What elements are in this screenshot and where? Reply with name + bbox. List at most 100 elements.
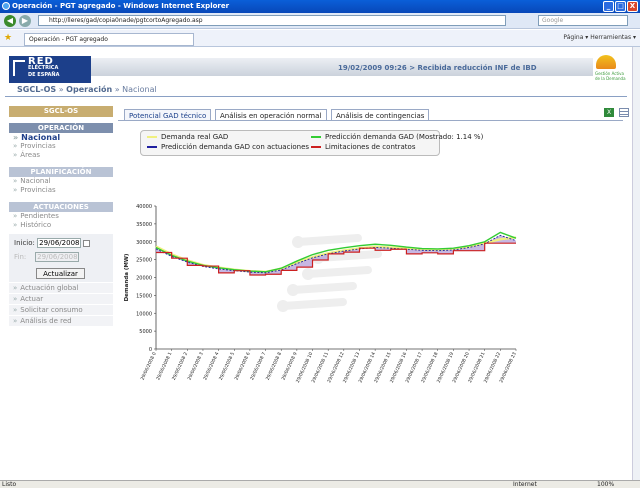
zone-label: Internet [513,481,537,488]
legend-swatch [147,146,157,148]
breadcrumb-sep: » [112,85,123,94]
x-tick-label: 29/06/2008 22 [483,351,502,384]
section-actuaciones: ACTUACIONES [9,202,113,212]
x-tick-label: 29/06/2008 7 [249,351,267,381]
zoom-level[interactable]: 100% [597,481,614,488]
sidebar-item-label: Histórico [20,221,52,229]
action-actuacion-global[interactable]: » Actuación global [9,282,113,293]
legend-demanda-real: Demanda real GAD [147,133,228,142]
gad-logo: Gestión Activa de la Demanda [593,52,627,82]
sidebar-item-label: Nacional [21,133,61,142]
watermark-bar [304,266,372,278]
action-label: Actuación global [20,284,79,292]
address-bar-row: ◀ ▶ http://lleres/gad/copia0nade/pgtcort… [0,13,640,29]
x-tick-label: 29/06/2008 8 [265,351,283,381]
sidebar-item-plan-nacional[interactable]: » Nacional [9,177,113,186]
sidebar-item-label: Provincias [20,186,56,194]
legend-swatch [311,136,321,138]
x-tick-label: 29/06/2008 2 [171,351,189,381]
window-title: Operación - PGT agregado - Windows Inter… [12,2,230,10]
breadcrumb-nacional: Nacional [122,85,157,94]
legend-limitaciones: Limitaciones de contratos [311,143,415,152]
legend-swatch [311,146,321,148]
x-tick-label: 29/06/2008 14 [358,351,377,384]
excel-export-icon[interactable]: X [604,108,614,117]
tab-underline [118,120,623,121]
action-label: Actuar [20,295,44,303]
x-tick-label: 29/06/2008 11 [311,351,330,384]
search-input[interactable]: Google [538,15,628,26]
x-tick-label: 29/06/2008 23 [498,351,517,384]
inicio-date-input[interactable] [37,238,82,248]
sidebar-item-label: Nacional [20,177,51,185]
command-bar-tools[interactable]: Página ▾ Herramientas ▾ [563,34,636,41]
ree-logo: RED ELÉCTRICA DE ESPAÑA [9,56,91,83]
sidebar-item-nacional[interactable]: » Nacional [9,133,113,142]
browser-tab[interactable]: Operación - PGT agregado [24,33,194,46]
x-tick-label: 29/06/2008 3 [187,351,205,381]
logo-text-1: RED [28,56,54,67]
sidebar-item-areas[interactable]: » Áreas [9,151,113,160]
back-arrow-icon[interactable]: ◀ [4,15,16,27]
favorites-star-icon[interactable]: ★ [4,33,12,43]
close-button[interactable]: X [627,1,638,12]
sidebar-item-label: Áreas [20,151,41,159]
sidebar: SGCL-OS OPERACIÓN » Nacional » Provincias … [9,106,113,326]
x-tick-label: 29/06/2008 21 [467,351,486,384]
table-view-icon[interactable] [619,108,629,117]
forward-arrow-icon[interactable]: ▶ [19,15,31,27]
sidebar-title: SGCL-OS [9,106,113,117]
bull-icon [596,55,616,69]
breadcrumb-root[interactable]: SGCL-OS [17,85,56,94]
gad-logo-text: Gestión Activa de la Demanda [595,71,626,81]
calendar-icon[interactable] [83,239,91,247]
x-tick-label: 29/06/2008 5 [218,351,236,381]
watermark-bar [279,298,347,310]
x-tick-label: 29/06/2008 16 [389,351,408,384]
x-tick-label: 29/06/2008 1 [155,351,173,381]
action-label: Solicitar consumo [20,306,83,314]
x-tick-label: 29/06/2008 4 [202,351,220,381]
minimize-button[interactable]: _ [603,1,614,12]
watermark-bar [289,282,357,294]
y-tick-label: 20000 [136,276,152,282]
status-text: Listo [2,481,17,488]
y-tick-label: 35000 [136,222,152,228]
x-tick-label: 29/06/2008 10 [295,351,314,384]
action-analisis-red[interactable]: » Análisis de red [9,315,113,326]
y-axis-label: Demanda (MW) [124,253,130,301]
breadcrumb-operacion[interactable]: Operación [66,85,112,94]
sidebar-item-provincias[interactable]: » Provincias [9,142,113,151]
x-tick-label: 29/06/2008 20 [451,351,470,384]
demand-chart: 0 5000 10000 15000 20000 25000 30000 35000 40000… [124,204,518,384]
date-filter: Inicio: Fin: Actualizar [9,234,113,282]
y-tick-label: 15000 [136,293,152,299]
action-solicitar-consumo[interactable]: » Solicitar consumo [9,304,113,315]
breadcrumb: SGCL-OS » Operación » Nacional [17,85,157,94]
legend-label: Limitaciones de contratos [325,143,416,151]
section-planificacion: PLANIFICACIÓN [9,167,113,177]
sidebar-item-plan-provincias[interactable]: » Provincias [9,186,113,195]
address-input[interactable]: http://lleres/gad/copia0nade/pgtcortoAgr… [38,15,506,26]
vertical-scrollbar[interactable] [632,47,640,480]
logo-text-3: DE ESPAÑA [28,72,60,78]
x-tick-label: 29/06/2008 12 [326,351,345,384]
sidebar-item-pendientes[interactable]: » Pendientes [9,212,113,221]
legend-prediccion: Predicción demanda GAD (Mostrado: 1.14 %… [311,133,483,142]
x-tick-label: 29/06/2008 17 [404,351,423,384]
sidebar-item-label: Provincias [20,142,56,150]
y-tick-label: 25000 [136,258,152,264]
maximize-button[interactable]: □ [615,1,626,12]
ie-logo-icon [2,2,10,10]
action-actuar[interactable]: » Actuar [9,293,113,304]
x-tick-label: 29/06/2008 0 [140,351,158,381]
legend-swatch [147,136,157,138]
sidebar-item-historico[interactable]: » Histórico [9,221,113,230]
x-tick-label: 29/06/2008 6 [234,351,252,381]
x-tick-label: 29/06/2008 9 [280,351,298,381]
actualizar-button[interactable]: Actualizar [36,268,85,279]
legend-prediccion-actuaciones: Predicción demanda GAD con actuaciones [147,143,309,152]
fin-date-input [35,252,80,262]
page-viewport: RED ELÉCTRICA DE ESPAÑA 19/02/2009 09:26… [0,47,632,480]
ree-logo-mark-icon [13,60,25,76]
